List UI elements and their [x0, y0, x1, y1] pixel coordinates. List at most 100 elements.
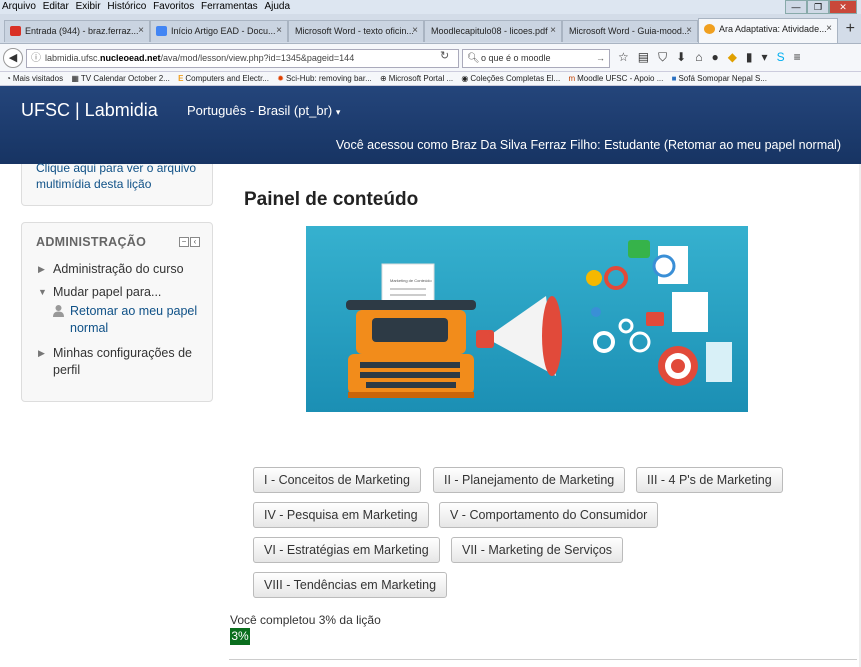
browser-tab[interactable]: Entrada (944) - braz.ferraz... × — [4, 20, 150, 42]
window-controls: — ❐ ✕ — [785, 0, 857, 14]
login-info[interactable]: Você acessou como Braz Da Silva Ferraz F… — [336, 138, 841, 152]
menu-arquivo[interactable]: Arquivo — [0, 0, 38, 13]
hero-paper-label: Marketing de Conteúdo — [390, 278, 432, 283]
toolbar-icons: ☆ ▤ ⛉ ⬇ ⌂ ● ◆ ▮ ▾ S ≡ — [618, 50, 801, 65]
branch-button-2[interactable]: II - Planejamento de Marketing — [433, 467, 626, 493]
collapse-icon[interactable]: − — [179, 237, 189, 247]
tab-close-icon[interactable]: × — [138, 21, 144, 41]
moodle-icon — [704, 24, 715, 34]
tab-close-icon[interactable]: × — [686, 21, 692, 41]
collapse-arrow-icon: ▼ — [38, 287, 47, 297]
browser-tab-active[interactable]: Ara Adaptativa: Atividade... × — [698, 18, 838, 43]
bookmark-icon: ✹ — [277, 74, 284, 83]
bookmark-icon: ■ — [671, 74, 677, 83]
tree-item-return-role[interactable]: Retomar ao meu papel normal — [36, 303, 208, 337]
menu-editar[interactable]: Editar — [41, 0, 71, 13]
tab-close-icon[interactable]: × — [826, 19, 832, 39]
tab-label: Ara Adaptativa: Atividade... — [719, 24, 827, 34]
clipboard-icon[interactable]: ▮ — [746, 50, 753, 65]
media-link[interactable]: Clique aqui para ver o arquivo multimídi… — [36, 160, 206, 192]
bookmark-icon: ▦ — [71, 74, 79, 83]
menu-favoritos[interactable]: Favoritos — [151, 0, 196, 13]
tree-item-switch-role[interactable]: ▼ Mudar papel para... — [36, 284, 208, 301]
search-go-icon[interactable]: → — [596, 50, 605, 67]
branch-button-5[interactable]: V - Comportamento do Consumidor — [439, 502, 659, 528]
back-icon[interactable]: ◀ — [3, 48, 23, 68]
chat-icon[interactable]: ● — [711, 50, 718, 65]
progress-bar: 3% — [230, 628, 250, 645]
home-icon[interactable]: ⌂ — [695, 50, 702, 65]
bookmark-item[interactable]: ◉ Coleções Completas El... — [461, 72, 560, 85]
progress-text: Você completou 3% da lição — [230, 613, 381, 627]
minimize-icon[interactable]: — — [785, 0, 807, 14]
divider — [229, 659, 857, 660]
tree-item-label: Retomar ao meu papel normal — [70, 304, 198, 335]
expand-arrow-icon: ▶ — [38, 264, 45, 274]
star-icon[interactable]: ☆ — [618, 50, 629, 65]
tab-close-icon[interactable]: × — [276, 21, 282, 41]
close-icon[interactable]: ✕ — [829, 0, 857, 14]
browser-tab[interactable]: Microsoft Word - Guia-mood... × — [562, 20, 698, 42]
menu-historico[interactable]: Histórico — [105, 0, 148, 13]
reading-list-icon[interactable]: ▤ — [638, 50, 649, 65]
menu-ferramentas[interactable]: Ferramentas — [199, 0, 260, 13]
bookmark-item[interactable]: ▦ TV Calendar October 2... — [71, 72, 170, 85]
branch-button-4[interactable]: IV - Pesquisa em Marketing — [253, 502, 429, 528]
tree-item-label: Administração do curso — [53, 262, 184, 276]
bookmark-icon: ◉ — [461, 74, 469, 83]
tree-item-label: Minhas configurações de perfil — [53, 346, 192, 377]
menu-exibir[interactable]: Exibir — [74, 0, 103, 13]
docs-icon — [156, 26, 167, 36]
bookmark-item[interactable]: ⊕ Microsoft Portal ... — [379, 72, 453, 85]
tab-close-icon[interactable]: × — [550, 21, 556, 41]
search-icon: 🔍︎ — [467, 53, 480, 64]
branch-button-7[interactable]: VII - Marketing de Serviços — [451, 537, 624, 563]
tab-label: Início Artigo EAD - Docu... — [171, 26, 276, 36]
tree-item-course-admin[interactable]: ▶ Administração do curso — [36, 261, 208, 278]
user-icon — [53, 305, 64, 317]
browser-menubar: Arquivo Editar Exibir Histórico Favorito… — [0, 0, 861, 14]
tree-item-label: Mudar papel para... — [53, 285, 162, 299]
reload-icon[interactable]: ↻ — [440, 49, 449, 62]
language-label: Português - Brasil (pt_br) — [187, 103, 333, 118]
bookmark-item[interactable]: E Computers and Electr... — [178, 72, 269, 85]
dock-icon[interactable]: ‹ — [190, 237, 200, 247]
search-value: o que é o moodle — [481, 53, 551, 63]
branch-button-3[interactable]: III - 4 P's de Marketing — [636, 467, 783, 493]
browser-tab[interactable]: Início Artigo EAD - Docu... × — [150, 20, 288, 42]
bookmark-item[interactable]: m Moodle UFSC - Apoio ... — [568, 72, 663, 85]
bookmark-icon: ◔ — [6, 74, 11, 83]
search-bar[interactable]: 🔍︎ o que é o moodle → — [462, 49, 610, 68]
pocket-icon[interactable]: ⛉ — [658, 50, 667, 65]
new-tab-icon[interactable]: + — [846, 20, 855, 38]
info-icon[interactable]: ⓘ — [31, 50, 41, 67]
branch-button-1[interactable]: I - Conceitos de Marketing — [253, 467, 421, 493]
bookmark-icon: ⊕ — [379, 74, 387, 83]
site-header: UFSC | Labmidia Português - Brasil (pt_b… — [0, 86, 861, 164]
hamburger-menu-icon[interactable]: ≡ — [794, 50, 801, 65]
browser-tab[interactable]: Moodlecapitulo08 - licoes.pdf × — [424, 20, 562, 42]
tab-label: Moodlecapitulo08 - licoes.pdf — [431, 26, 548, 36]
skype-icon[interactable]: S — [777, 50, 785, 65]
bookmark-item[interactable]: ✹ Sci-Hub: removing bar... — [277, 72, 372, 85]
branch-button-8[interactable]: VIII - Tendências em Marketing — [253, 572, 448, 598]
tab-close-icon[interactable]: × — [412, 21, 418, 41]
bookmark-item[interactable]: ◔ Mais visitados — [6, 72, 63, 85]
download-icon[interactable]: ⬇ — [676, 50, 686, 65]
bookmark-item[interactable]: ■ Sofá Somopar Nepal S... — [671, 72, 767, 85]
maximize-icon[interactable]: ❐ — [807, 0, 829, 14]
browser-tab[interactable]: Microsoft Word - texto oficin... × — [288, 20, 424, 42]
url-path: /ava/mod/lesson/view.php?id=1345&pageid=… — [160, 53, 355, 63]
extension-icon[interactable]: ◆ — [728, 50, 737, 65]
url-bar[interactable]: ⓘ labmidia.ufsc.nucleoead.net/ava/mod/le… — [26, 49, 459, 68]
tab-label: Microsoft Word - texto oficin... — [295, 26, 414, 36]
admin-tree: ▶ Administração do curso ▼ Mudar papel p… — [36, 261, 208, 385]
branch-button-6[interactable]: VI - Estratégias em Marketing — [253, 537, 440, 563]
dropdown-icon[interactable]: ▾ — [762, 50, 768, 65]
browser-navbar: ◀ ⓘ labmidia.ufsc.nucleoead.net/ava/mod/… — [0, 44, 861, 72]
tree-item-profile-settings[interactable]: ▶ Minhas configurações de perfil — [36, 345, 208, 379]
language-menu[interactable]: Português - Brasil (pt_br) ▾ — [187, 103, 340, 118]
site-brand[interactable]: UFSC | Labmidia — [21, 100, 158, 121]
expand-arrow-icon: ▶ — [38, 348, 45, 358]
menu-ajuda[interactable]: Ajuda — [262, 0, 292, 13]
